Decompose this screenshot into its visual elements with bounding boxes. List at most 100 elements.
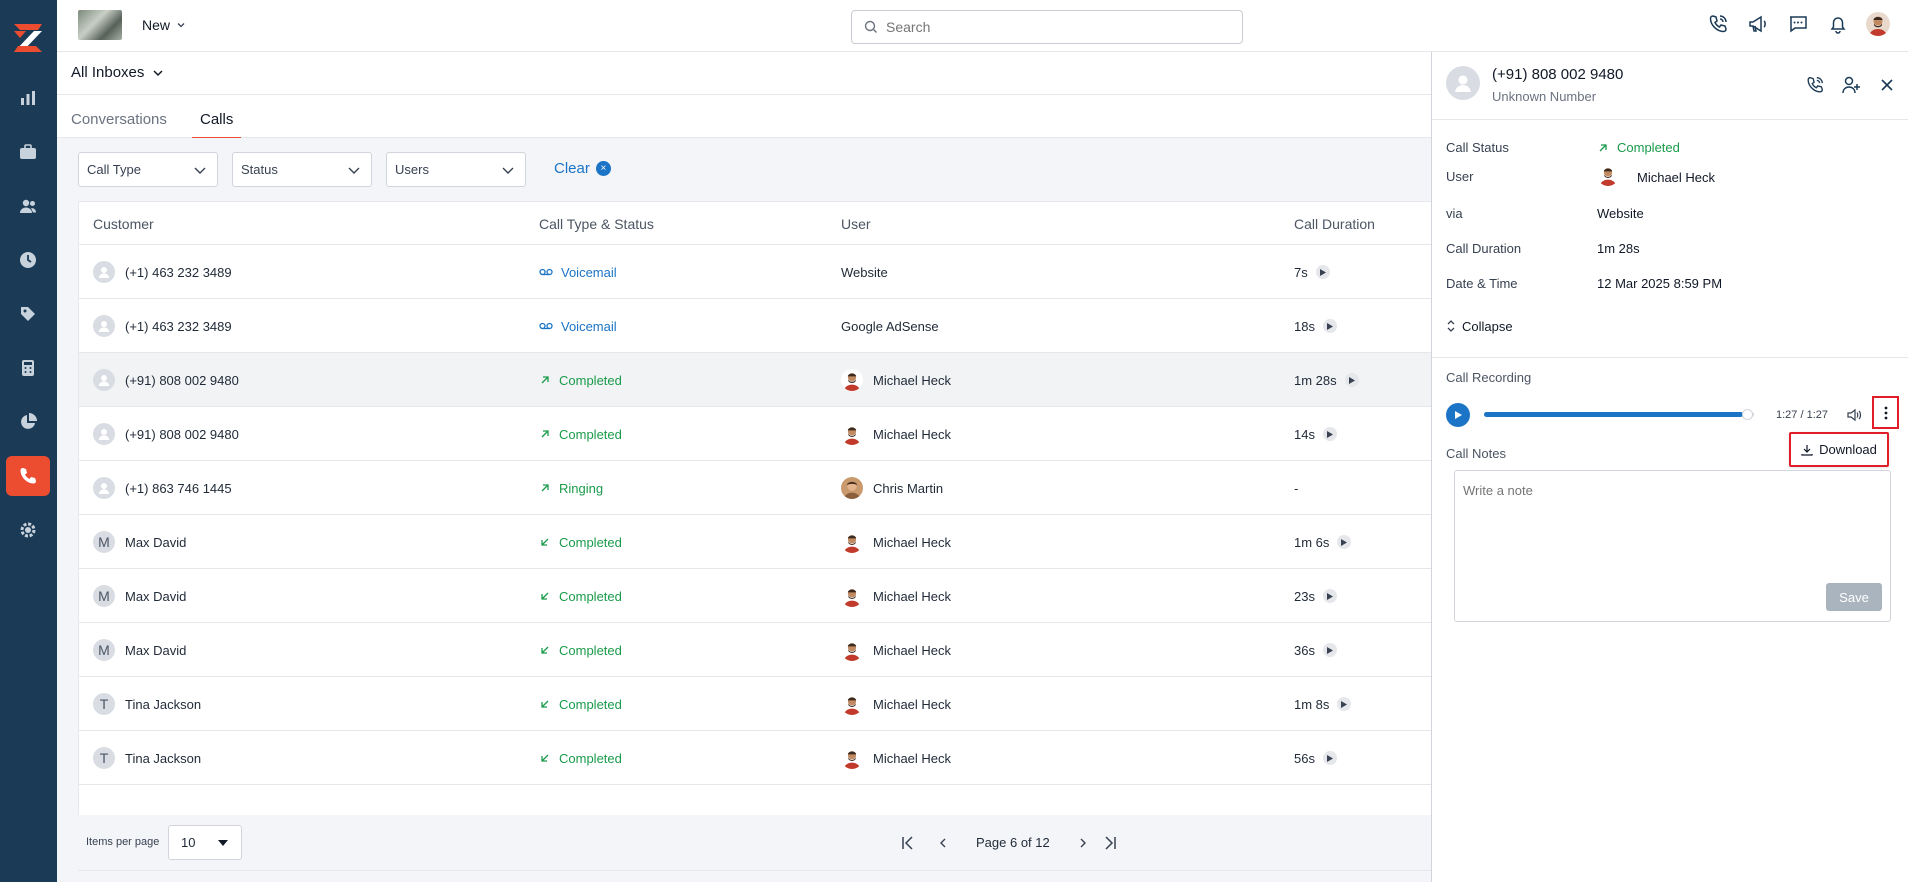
nav-history-icon[interactable] bbox=[6, 240, 50, 280]
playback-knob[interactable] bbox=[1742, 409, 1754, 420]
call-status: Completed bbox=[539, 697, 622, 712]
workspace-thumbnail[interactable] bbox=[78, 10, 122, 40]
table-row[interactable]: (+1) 463 232 3489 Voicemail Google AdSense… bbox=[79, 299, 1431, 353]
next-page-icon[interactable] bbox=[1073, 833, 1093, 853]
search-input[interactable] bbox=[886, 19, 1216, 35]
nav-briefcase-icon[interactable] bbox=[6, 132, 50, 172]
table-row[interactable]: M Max David Completed Michael Heck 1m 6s bbox=[79, 515, 1431, 569]
first-page-icon[interactable] bbox=[898, 833, 918, 853]
nav-pie-chart-icon[interactable] bbox=[6, 402, 50, 442]
call-duration: - bbox=[1294, 480, 1299, 496]
customer-avatar bbox=[93, 477, 115, 499]
items-per-page-select[interactable]: 10 bbox=[168, 825, 242, 860]
column-customer[interactable]: Customer bbox=[93, 216, 154, 232]
customer-avatar: T bbox=[93, 747, 115, 769]
save-note-button[interactable]: Save bbox=[1826, 583, 1882, 611]
inbox-selector[interactable]: All Inboxes bbox=[71, 64, 164, 81]
column-call-type-status[interactable]: Call Type & Status bbox=[539, 216, 654, 232]
column-call-duration[interactable]: Call Duration bbox=[1294, 216, 1375, 232]
nav-settings-icon[interactable] bbox=[6, 510, 50, 550]
status-cell: Voicemail bbox=[539, 299, 617, 353]
table-row[interactable]: M Max David Completed Michael Heck 36s bbox=[79, 623, 1431, 677]
table-row[interactable]: (+1) 863 746 1445 Ringing Chris Martin - bbox=[79, 461, 1431, 515]
users-filter[interactable]: Users bbox=[386, 152, 526, 187]
call-duration: 1m 8s bbox=[1294, 696, 1330, 712]
calls-table: Customer Call Type & Status User Call Du… bbox=[78, 201, 1431, 871]
tab-conversations[interactable]: Conversations bbox=[71, 111, 167, 128]
table-row[interactable]: T Tina Jackson Completed Michael Heck 56s bbox=[79, 731, 1431, 785]
status-cell: Completed bbox=[539, 569, 622, 623]
collapse-label: Collapse bbox=[1462, 318, 1513, 334]
customer-name: Tina Jackson bbox=[125, 696, 202, 712]
customer-cell: (+91) 808 002 9480 bbox=[93, 407, 239, 461]
app-logo[interactable] bbox=[6, 18, 50, 58]
search-icon bbox=[864, 20, 877, 33]
user-name: Michael Heck bbox=[873, 696, 952, 712]
nav-reports-icon[interactable] bbox=[6, 78, 50, 118]
tab-calls[interactable]: Calls bbox=[191, 111, 242, 139]
bell-icon[interactable] bbox=[1826, 12, 1850, 36]
caret-down-icon bbox=[218, 839, 228, 846]
customer-name: (+1) 863 746 1445 bbox=[125, 480, 232, 496]
table-row[interactable]: M Max David Completed Michael Heck 23s bbox=[79, 569, 1431, 623]
new-button[interactable]: New bbox=[142, 17, 186, 33]
nav-tags-icon[interactable] bbox=[6, 294, 50, 334]
playback-progress-slider[interactable] bbox=[1484, 409, 1754, 420]
column-user[interactable]: User bbox=[841, 216, 871, 232]
call-status-text: Completed bbox=[559, 750, 622, 766]
call-type-filter[interactable]: Call Type bbox=[78, 152, 218, 187]
clear-filters-button[interactable]: Clear × bbox=[554, 160, 611, 177]
chat-icon[interactable] bbox=[1786, 12, 1810, 36]
more-options-button[interactable] bbox=[1872, 396, 1899, 429]
play-button[interactable] bbox=[1446, 403, 1470, 427]
items-per-page-label: Items per page bbox=[86, 836, 160, 848]
play-recording-icon[interactable] bbox=[1344, 373, 1359, 387]
call-duration: 14s bbox=[1294, 426, 1315, 442]
search-box[interactable] bbox=[851, 10, 1243, 44]
last-page-icon[interactable] bbox=[1100, 833, 1120, 853]
table-row[interactable]: (+1) 463 232 3489 Voicemail Website 7s bbox=[79, 245, 1431, 299]
users-filter-label: Users bbox=[395, 162, 429, 177]
collapse-button[interactable]: Collapse bbox=[1446, 318, 1513, 334]
table-row[interactable]: T Tina Jackson Completed Michael Heck 1m 8s bbox=[79, 677, 1431, 731]
volume-icon[interactable] bbox=[1844, 405, 1864, 425]
play-recording-icon[interactable] bbox=[1322, 427, 1337, 441]
user-name: Michael Heck bbox=[873, 750, 952, 766]
play-recording-icon[interactable] bbox=[1322, 319, 1337, 333]
table-row[interactable]: (+91) 808 002 9480 Completed Michael Heck 1… bbox=[79, 353, 1431, 407]
call-notes-textarea[interactable] bbox=[1455, 471, 1890, 621]
customer-cell: (+91) 808 002 9480 bbox=[93, 353, 239, 407]
duration-cell: 1m 6s bbox=[1294, 515, 1352, 569]
add-contact-icon[interactable] bbox=[1840, 74, 1862, 96]
customer-avatar: T bbox=[93, 693, 115, 715]
close-icon[interactable] bbox=[1876, 74, 1898, 96]
user-avatar[interactable] bbox=[1866, 12, 1890, 36]
customer-name: Max David bbox=[125, 642, 187, 658]
chevron-down-icon bbox=[348, 167, 360, 174]
pagination: Items per page 10 Page 6 of 12 bbox=[78, 815, 1431, 870]
play-recording-icon[interactable] bbox=[1315, 265, 1330, 279]
play-recording-icon[interactable] bbox=[1322, 643, 1337, 657]
megaphone-icon[interactable] bbox=[1746, 12, 1770, 36]
previous-page-icon[interactable] bbox=[933, 833, 953, 853]
customer-name: (+1) 463 232 3489 bbox=[125, 264, 232, 280]
play-recording-icon[interactable] bbox=[1322, 589, 1337, 603]
nav-calculator-icon[interactable] bbox=[6, 348, 50, 388]
status-filter[interactable]: Status bbox=[232, 152, 372, 187]
nav-contacts-icon[interactable] bbox=[6, 186, 50, 226]
detail-value-call-status: Completed bbox=[1597, 140, 1680, 155]
nav-calls-icon[interactable] bbox=[6, 456, 50, 496]
table-row[interactable]: (+91) 808 002 9480 Completed Michael Heck 1… bbox=[79, 407, 1431, 461]
customer-avatar: M bbox=[93, 585, 115, 607]
call-back-icon[interactable] bbox=[1804, 74, 1826, 96]
phone-call-icon[interactable] bbox=[1706, 12, 1730, 36]
call-duration: 7s bbox=[1294, 264, 1308, 280]
call-duration: 56s bbox=[1294, 750, 1315, 766]
play-recording-icon[interactable] bbox=[1337, 697, 1352, 711]
download-menu-item[interactable]: Download bbox=[1789, 432, 1889, 467]
user-name: Michael Heck bbox=[873, 588, 952, 604]
play-recording-icon[interactable] bbox=[1322, 751, 1337, 765]
play-recording-icon[interactable] bbox=[1337, 535, 1352, 549]
user-name: Michael Heck bbox=[873, 426, 952, 442]
detail-label-call-duration: Call Duration bbox=[1446, 241, 1522, 256]
